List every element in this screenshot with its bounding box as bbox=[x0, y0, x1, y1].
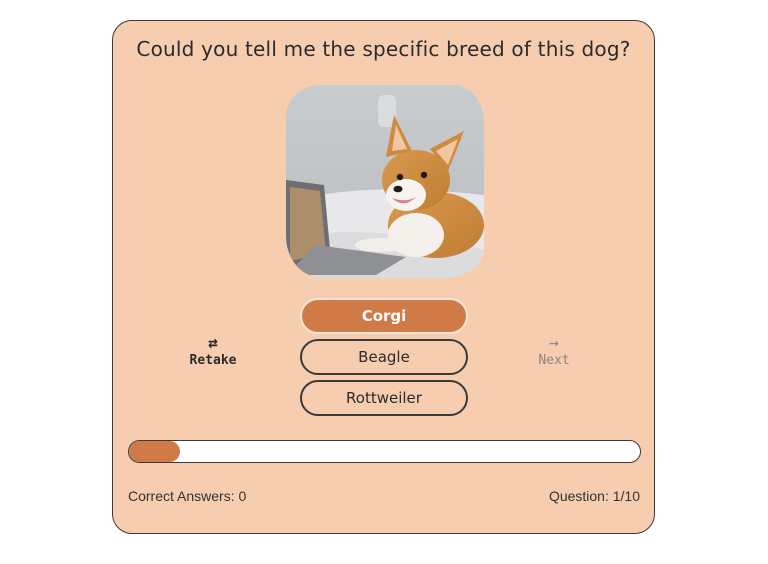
dog-photo bbox=[286, 85, 484, 278]
answer-option-rottweiler[interactable]: Rottweiler bbox=[300, 380, 468, 416]
answer-list: Corgi Beagle Rottweiler bbox=[300, 298, 468, 421]
arrow-right-icon: → bbox=[549, 333, 559, 352]
quiz-card: Could you tell me the specific breed of … bbox=[112, 20, 655, 534]
progress-fill bbox=[129, 441, 181, 462]
repeat-icon: ⇄ bbox=[208, 333, 218, 352]
question-counter: Question: 1/10 bbox=[548, 488, 640, 504]
next-button[interactable]: → Next bbox=[519, 333, 589, 369]
answer-option-corgi[interactable]: Corgi bbox=[300, 298, 468, 334]
correct-answers-count: Correct Answers: 0 bbox=[128, 488, 247, 504]
next-label: Next bbox=[538, 353, 570, 368]
progress-bar bbox=[128, 440, 641, 463]
retake-label: Retake bbox=[189, 353, 237, 368]
answer-option-beagle[interactable]: Beagle bbox=[300, 339, 468, 375]
retake-button[interactable]: ⇄ Retake bbox=[178, 333, 248, 369]
question-text: Could you tell me the specific breed of … bbox=[136, 37, 631, 61]
